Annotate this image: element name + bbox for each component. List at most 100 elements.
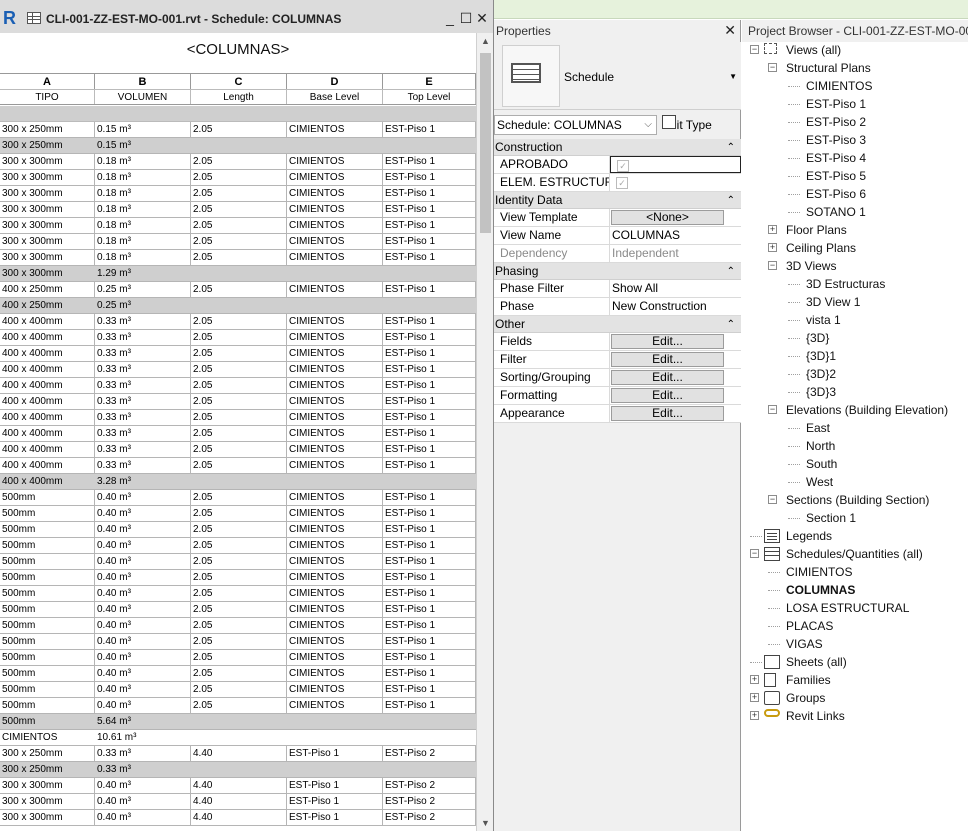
table-cell[interactable]: 500mm (0, 602, 95, 617)
subtotal-row[interactable]: 300 x 300mm 1.29 m³ (0, 266, 476, 282)
maximize-button[interactable]: ☐ (458, 9, 474, 27)
table-cell[interactable]: EST-Piso 1 (383, 538, 476, 553)
table-cell[interactable]: 500mm (0, 682, 95, 697)
column-letter[interactable]: B (95, 74, 191, 89)
property-value[interactable]: Edit... (610, 405, 741, 422)
table-cell[interactable]: 0.40 m³ (95, 570, 191, 585)
table-cell[interactable]: 500mm (0, 490, 95, 505)
tree-item[interactable]: West (806, 473, 833, 491)
table-cell[interactable]: 2.05 (191, 458, 287, 473)
tree-item[interactable]: Sections (Building Section) (786, 491, 929, 509)
table-cell[interactable]: 2.05 (191, 554, 287, 569)
tree-item[interactable]: {3D}2 (806, 365, 836, 383)
table-cell[interactable]: 0.40 m³ (95, 698, 191, 713)
table-row[interactable]: 500mm 0.40 m³ 2.05 CIMIENTOS EST-Piso 1 (0, 586, 476, 602)
table-cell[interactable]: EST-Piso 1 (287, 794, 383, 809)
table-cell[interactable] (191, 266, 287, 281)
expand-icon[interactable]: + (750, 711, 759, 720)
table-cell[interactable]: 2.05 (191, 154, 287, 169)
table-row[interactable]: 400 x 400mm 0.33 m³ 2.05 CIMIENTOS EST-Piso … (0, 394, 476, 410)
table-row[interactable]: 300 x 250mm 0.33 m³ 4.40 EST-Piso 1 EST-Piso… (0, 746, 476, 762)
table-cell[interactable]: 2.05 (191, 410, 287, 425)
table-cell[interactable] (191, 138, 287, 153)
table-cell[interactable]: EST-Piso 1 (383, 218, 476, 233)
table-cell[interactable]: EST-Piso 1 (383, 346, 476, 361)
table-cell[interactable]: CIMIENTOS (287, 218, 383, 233)
table-cell[interactable]: 2.05 (191, 378, 287, 393)
tree-item[interactable]: {3D}3 (806, 383, 836, 401)
table-cell[interactable]: CIMIENTOS (287, 170, 383, 185)
minimize-button[interactable]: _ (442, 9, 458, 27)
table-cell[interactable]: 400 x 400mm (0, 330, 95, 345)
table-cell[interactable]: 300 x 300mm (0, 778, 95, 793)
property-edit-button[interactable]: Edit... (611, 370, 724, 385)
scroll-down-icon[interactable]: ▼ (477, 815, 493, 831)
table-cell[interactable]: 2.05 (191, 202, 287, 217)
tree-item[interactable]: vista 1 (806, 311, 841, 329)
table-cell[interactable]: 0.18 m³ (95, 218, 191, 233)
table-cell[interactable]: EST-Piso 1 (383, 170, 476, 185)
table-cell[interactable]: 400 x 250mm (0, 282, 95, 297)
table-row[interactable]: 300 x 300mm 0.18 m³ 2.05 CIMIENTOS EST-Piso … (0, 250, 476, 266)
property-value[interactable]: Show All (610, 280, 741, 297)
table-cell[interactable]: EST-Piso 1 (383, 666, 476, 681)
expand-icon[interactable]: + (768, 225, 777, 234)
table-cell[interactable]: 2.05 (191, 602, 287, 617)
grand-total-row[interactable]: CIMIENTOS 10.61 m³ (0, 730, 476, 746)
collapse-icon[interactable]: ⌃ (727, 192, 735, 209)
table-cell[interactable]: 500mm (0, 522, 95, 537)
table-cell[interactable]: 2.05 (191, 330, 287, 345)
table-cell[interactable]: EST-Piso 2 (383, 778, 476, 793)
table-cell[interactable]: 0.40 m³ (95, 618, 191, 633)
table-cell[interactable]: CIMIENTOS (287, 506, 383, 521)
column-header[interactable]: Length (191, 90, 287, 104)
table-cell[interactable]: EST-Piso 1 (383, 234, 476, 249)
table-row[interactable]: 500mm 0.40 m³ 2.05 CIMIENTOS EST-Piso 1 (0, 602, 476, 618)
table-cell[interactable] (191, 730, 287, 745)
table-cell[interactable] (383, 298, 476, 313)
table-cell[interactable]: 0.40 m³ (95, 794, 191, 809)
table-cell[interactable]: 0.18 m³ (95, 170, 191, 185)
table-cell[interactable]: 2.05 (191, 666, 287, 681)
schedule-vertical-scrollbar[interactable]: ▲ ▼ (476, 33, 493, 831)
subtotal-row[interactable]: 400 x 250mm 0.25 m³ (0, 298, 476, 314)
table-row[interactable]: 300 x 300mm 0.40 m³ 4.40 EST-Piso 1 EST-Piso… (0, 810, 476, 826)
subtotal-row[interactable]: 400 x 400mm 3.28 m³ (0, 474, 476, 490)
column-letter[interactable]: D (287, 74, 383, 89)
tree-item[interactable]: East (806, 419, 830, 437)
tree-item[interactable]: Structural Plans (786, 59, 871, 77)
table-cell[interactable]: EST-Piso 1 (383, 458, 476, 473)
tree-item[interactable]: EST-Piso 6 (806, 185, 866, 203)
column-header[interactable]: Base Level (287, 90, 383, 104)
column-header[interactable]: Top Level (383, 90, 476, 104)
table-cell[interactable]: 2.05 (191, 698, 287, 713)
table-cell[interactable]: CIMIENTOS (287, 250, 383, 265)
table-cell[interactable]: 300 x 300mm (0, 186, 95, 201)
table-cell[interactable]: CIMIENTOS (287, 522, 383, 537)
table-cell[interactable]: 400 x 400mm (0, 410, 95, 425)
table-cell[interactable]: CIMIENTOS (287, 458, 383, 473)
table-cell[interactable]: 500mm (0, 666, 95, 681)
expand-icon[interactable]: + (768, 243, 777, 252)
table-cell[interactable]: 400 x 400mm (0, 314, 95, 329)
table-cell[interactable]: 500mm (0, 538, 95, 553)
table-cell[interactable]: CIMIENTOS (287, 650, 383, 665)
expand-icon[interactable]: + (750, 675, 759, 684)
table-cell[interactable] (191, 762, 287, 777)
table-cell[interactable]: CIMIENTOS (287, 394, 383, 409)
table-cell[interactable]: 0.33 m³ (95, 746, 191, 761)
tree-item[interactable]: EST-Piso 4 (806, 149, 866, 167)
table-cell[interactable]: CIMIENTOS (287, 554, 383, 569)
table-cell[interactable]: 0.33 m³ (95, 426, 191, 441)
column-letter[interactable]: E (383, 74, 476, 89)
table-cell[interactable]: 0.40 m³ (95, 586, 191, 601)
table-cell[interactable] (383, 266, 476, 281)
table-cell[interactable]: 2.05 (191, 122, 287, 137)
table-cell[interactable]: CIMIENTOS (287, 426, 383, 441)
table-cell[interactable] (383, 730, 476, 745)
table-cell[interactable]: 2.05 (191, 218, 287, 233)
table-cell[interactable]: 0.40 m³ (95, 778, 191, 793)
subtotal-row[interactable]: 300 x 250mm 0.15 m³ (0, 138, 476, 154)
table-cell[interactable]: CIMIENTOS (287, 234, 383, 249)
table-row[interactable]: 400 x 400mm 0.33 m³ 2.05 CIMIENTOS EST-Piso … (0, 410, 476, 426)
